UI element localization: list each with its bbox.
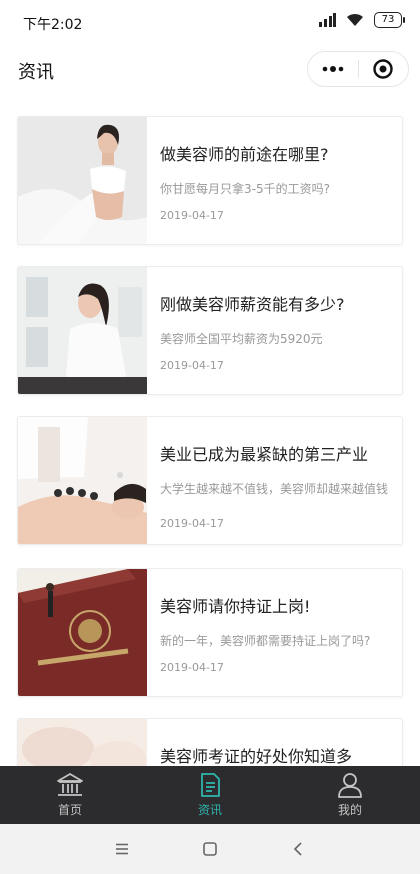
article-title: 美容师考证的好处你知道多 xyxy=(160,747,353,766)
tab-mine-label: 我的 xyxy=(337,803,362,817)
back-button[interactable] xyxy=(254,824,342,874)
article-thumbnail xyxy=(18,719,147,766)
article-title: 刚做美容师薪资能有多少? xyxy=(160,295,345,314)
article-title: 做美容师的前途在哪里? xyxy=(160,145,329,164)
article-card[interactable]: 做美容师的前途在哪里? 你甘愿每月只拿3-5千的工资吗? 2019-04-17 xyxy=(17,116,403,245)
square-icon xyxy=(203,842,217,856)
article-thumbnail xyxy=(18,417,147,544)
mini-program-capsule xyxy=(307,51,409,87)
more-button[interactable] xyxy=(308,52,358,86)
article-text: 美业已成为最紧缺的第三产业 大学生越来越不值钱，美容师却越来越值钱 2019-0… xyxy=(160,417,398,544)
page-title: 资讯 xyxy=(18,62,54,83)
article-text: 刚做美容师薪资能有多少? 美容师全国平均薪资为5920元 2019-04-17 xyxy=(160,267,398,394)
nav-bar: 资讯 xyxy=(0,44,420,96)
article-card[interactable]: 美容师考证的好处你知道多 xyxy=(17,718,403,766)
article-text: 美容师请你持证上岗! 新的一年，美容师都需要持证上岗了吗? 2019-04-17 xyxy=(160,569,398,696)
article-date: 2019-04-17 xyxy=(160,359,224,372)
system-nav-bar xyxy=(0,824,420,874)
article-card[interactable]: 美业已成为最紧缺的第三产业 大学生越来越不值钱，美容师却越来越值钱 2019-0… xyxy=(17,416,403,545)
status-icons: 73 xyxy=(318,12,405,28)
status-bar: 下午2:02 73 xyxy=(0,0,420,44)
article-date: 2019-04-17 xyxy=(160,209,224,222)
tab-bar: 首页 资讯 我的 xyxy=(0,766,420,824)
tab-news[interactable]: 资讯 xyxy=(140,766,280,824)
article-date: 2019-04-17 xyxy=(160,517,224,530)
article-card[interactable]: 美容师请你持证上岗! 新的一年，美容师都需要持证上岗了吗? 2019-04-17 xyxy=(17,568,403,697)
signal-icon xyxy=(319,13,336,27)
article-desc: 新的一年，美容师都需要持证上岗了吗? xyxy=(160,634,371,648)
article-card[interactable]: 刚做美容师薪资能有多少? 美容师全国平均薪资为5920元 2019-04-17 xyxy=(17,266,403,395)
article-text: 美容师考证的好处你知道多 xyxy=(160,719,398,766)
tab-news-label: 资讯 xyxy=(197,803,222,817)
article-desc: 大学生越来越不值钱，美容师却越来越值钱 xyxy=(160,482,389,496)
tab-mine[interactable]: 我的 xyxy=(280,766,420,824)
article-text: 做美容师的前途在哪里? 你甘愿每月只拿3-5千的工资吗? 2019-04-17 xyxy=(160,117,398,244)
article-date: 2019-04-17 xyxy=(160,661,224,674)
article-thumbnail xyxy=(18,569,147,696)
more-icon xyxy=(322,66,344,72)
status-time: 下午2:02 xyxy=(23,17,83,33)
menu-button[interactable] xyxy=(78,824,166,874)
target-icon xyxy=(373,59,393,79)
article-title: 美容师请你持证上岗! xyxy=(160,597,311,616)
tab-home-label: 首页 xyxy=(57,803,82,817)
article-title: 美业已成为最紧缺的第三产业 xyxy=(160,445,369,464)
home-nav-button[interactable] xyxy=(166,824,254,874)
back-icon xyxy=(293,842,302,856)
user-icon xyxy=(338,773,362,798)
home-icon xyxy=(57,773,83,796)
article-desc: 你甘愿每月只拿3-5千的工资吗? xyxy=(160,182,330,196)
tab-home[interactable]: 首页 xyxy=(0,766,140,824)
article-list[interactable]: 做美容师的前途在哪里? 你甘愿每月只拿3-5千的工资吗? 2019-04-17 … xyxy=(0,96,420,766)
article-thumbnail xyxy=(18,117,147,244)
menu-icon xyxy=(116,843,128,855)
news-icon xyxy=(201,773,220,797)
close-button[interactable] xyxy=(358,52,408,86)
article-desc: 美容师全国平均薪资为5920元 xyxy=(160,332,323,346)
battery-indicator: 73 xyxy=(374,12,405,28)
article-thumbnail xyxy=(18,267,147,394)
wifi-icon xyxy=(347,13,363,26)
